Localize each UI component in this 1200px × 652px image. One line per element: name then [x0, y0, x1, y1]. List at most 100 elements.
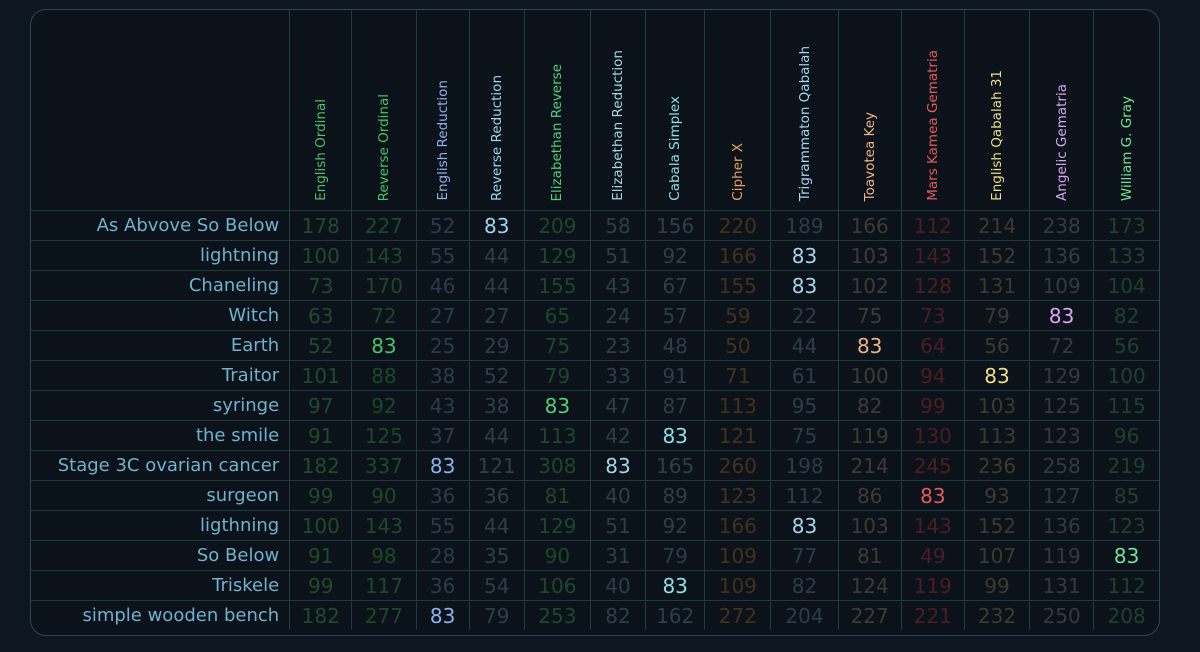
phrase-label[interactable]: Traitor: [31, 360, 291, 391]
phrase-label[interactable]: Witch: [31, 300, 291, 331]
value-cell: 128: [900, 270, 965, 301]
value-cell: 71: [704, 360, 772, 391]
value-cell: 44: [770, 330, 839, 361]
table-row: Stage 3C ovarian cancer 182 337 83 121 308 83 1…: [31, 450, 1159, 481]
table-row: simple wooden bench 182 277 83 79 253 82 162 272…: [31, 600, 1159, 630]
cipher-header[interactable]: Mars Kamea Gematria: [900, 10, 965, 211]
value-cell: 204: [770, 600, 839, 630]
cipher-name: English Ordinal: [312, 99, 329, 201]
phrase-label[interactable]: Triskele: [31, 570, 291, 601]
value-cell: 221: [900, 600, 965, 630]
phrase-label[interactable]: As Abvove So Below: [31, 210, 291, 241]
value-cell: 214: [837, 450, 902, 481]
value-cell: 48: [645, 330, 706, 361]
value-cell: 83: [837, 330, 902, 361]
value-cell: 86: [837, 480, 902, 511]
value-cell: 38: [415, 360, 470, 391]
value-cell: 219: [1093, 450, 1159, 481]
phrase-label[interactable]: syringe: [31, 390, 291, 421]
value-cell: 220: [704, 210, 772, 241]
value-cell: 83: [468, 210, 525, 241]
phrase-label[interactable]: ligthning: [31, 510, 291, 541]
value-cell: 103: [963, 390, 1031, 421]
value-cell: 170: [351, 270, 417, 301]
value-cell: 35: [468, 540, 525, 571]
value-cell: 87: [645, 390, 706, 421]
cipher-header[interactable]: English Qabalah 31: [963, 10, 1031, 211]
value-cell: 54: [468, 570, 525, 601]
value-cell: 75: [523, 330, 591, 361]
value-cell: 166: [837, 210, 902, 241]
phrase-label[interactable]: the smile: [31, 420, 291, 451]
value-cell: 36: [415, 570, 470, 601]
table-row: So Below 91 98 28 35 90 31 79 109 77 81 49 107 119 83: [31, 540, 1159, 571]
value-cell: 260: [704, 450, 772, 481]
cipher-header[interactable]: Cipher X: [704, 10, 772, 211]
value-cell: 75: [770, 420, 839, 451]
value-cell: 83: [415, 450, 470, 481]
value-cell: 124: [837, 570, 902, 601]
phrase-label[interactable]: surgeon: [31, 480, 291, 511]
value-cell: 44: [468, 510, 525, 541]
value-cell: 23: [589, 330, 647, 361]
value-cell: 55: [415, 510, 470, 541]
cipher-header[interactable]: William G. Gray: [1093, 10, 1159, 211]
value-cell: 44: [468, 240, 525, 271]
cipher-header[interactable]: Elizabethan Reverse: [523, 10, 591, 211]
cipher-header[interactable]: English Reduction: [415, 10, 470, 211]
value-cell: 94: [900, 360, 965, 391]
cipher-header-row: English Ordinal Reverse Ordinal English Re…: [31, 10, 1159, 211]
cipher-header[interactable]: Elizabethan Reduction: [589, 10, 647, 211]
cipher-header[interactable]: English Ordinal: [289, 10, 353, 211]
value-cell: 109: [704, 570, 772, 601]
value-cell: 127: [1029, 480, 1095, 511]
phrase-label[interactable]: Stage 3C ovarian cancer: [31, 450, 291, 481]
cipher-header[interactable]: Reverse Reduction: [468, 10, 525, 211]
phrase-label[interactable]: Chaneling: [31, 270, 291, 301]
phrase-label[interactable]: simple wooden bench: [31, 600, 291, 630]
value-cell: 232: [963, 600, 1031, 630]
phrase-label[interactable]: lightning: [31, 240, 291, 271]
value-cell: 166: [704, 240, 772, 271]
cipher-header[interactable]: Angelic Gematria: [1029, 10, 1095, 211]
table-row: surgeon 99 90 36 36 81 40 89 123 112 86 83 93 127 85: [31, 480, 1159, 511]
value-cell: 100: [289, 240, 353, 271]
cipher-header[interactable]: Reverse Ordinal: [351, 10, 417, 211]
value-cell: 97: [289, 390, 353, 421]
value-cell: 104: [1093, 270, 1159, 301]
value-cell: 92: [645, 240, 706, 271]
phrase-label[interactable]: So Below: [31, 540, 291, 571]
value-cell: 103: [837, 510, 902, 541]
table-row: Traitor 101 88 38 52 79 33 91 71 61 100 94 83 129 100: [31, 360, 1159, 391]
value-cell: 56: [1093, 330, 1159, 361]
value-cell: 24: [589, 300, 647, 331]
value-cell: 209: [523, 210, 591, 241]
value-cell: 25: [415, 330, 470, 361]
value-cell: 130: [900, 420, 965, 451]
value-cell: 117: [351, 570, 417, 601]
value-cell: 83: [589, 450, 647, 481]
value-cell: 121: [468, 450, 525, 481]
cipher-header[interactable]: Toavotea Key: [837, 10, 902, 211]
value-cell: 119: [1029, 540, 1095, 571]
value-cell: 189: [770, 210, 839, 241]
value-cell: 123: [704, 480, 772, 511]
table-row: Earth 52 83 25 29 75 23 48 50 44 83 64 56 72 56: [31, 330, 1159, 361]
value-cell: 83: [900, 480, 965, 511]
value-cell: 136: [1029, 510, 1095, 541]
value-cell: 106: [523, 570, 591, 601]
gematria-table-panel: English Ordinal Reverse Ordinal English Re…: [30, 9, 1160, 636]
cipher-header[interactable]: Trigrammaton Qabalah: [770, 10, 839, 211]
value-cell: 258: [1029, 450, 1095, 481]
value-cell: 98: [351, 540, 417, 571]
value-cell: 91: [645, 360, 706, 391]
cipher-name: Elizabethan Reverse: [549, 63, 566, 202]
value-cell: 64: [900, 330, 965, 361]
value-cell: 178: [289, 210, 353, 241]
value-cell: 121: [704, 420, 772, 451]
phrase-label[interactable]: Earth: [31, 330, 291, 361]
cipher-header[interactable]: Cabala Simplex: [645, 10, 706, 211]
cipher-name: English Reduction: [434, 80, 451, 201]
value-cell: 227: [351, 210, 417, 241]
corner-cell: [31, 10, 291, 211]
